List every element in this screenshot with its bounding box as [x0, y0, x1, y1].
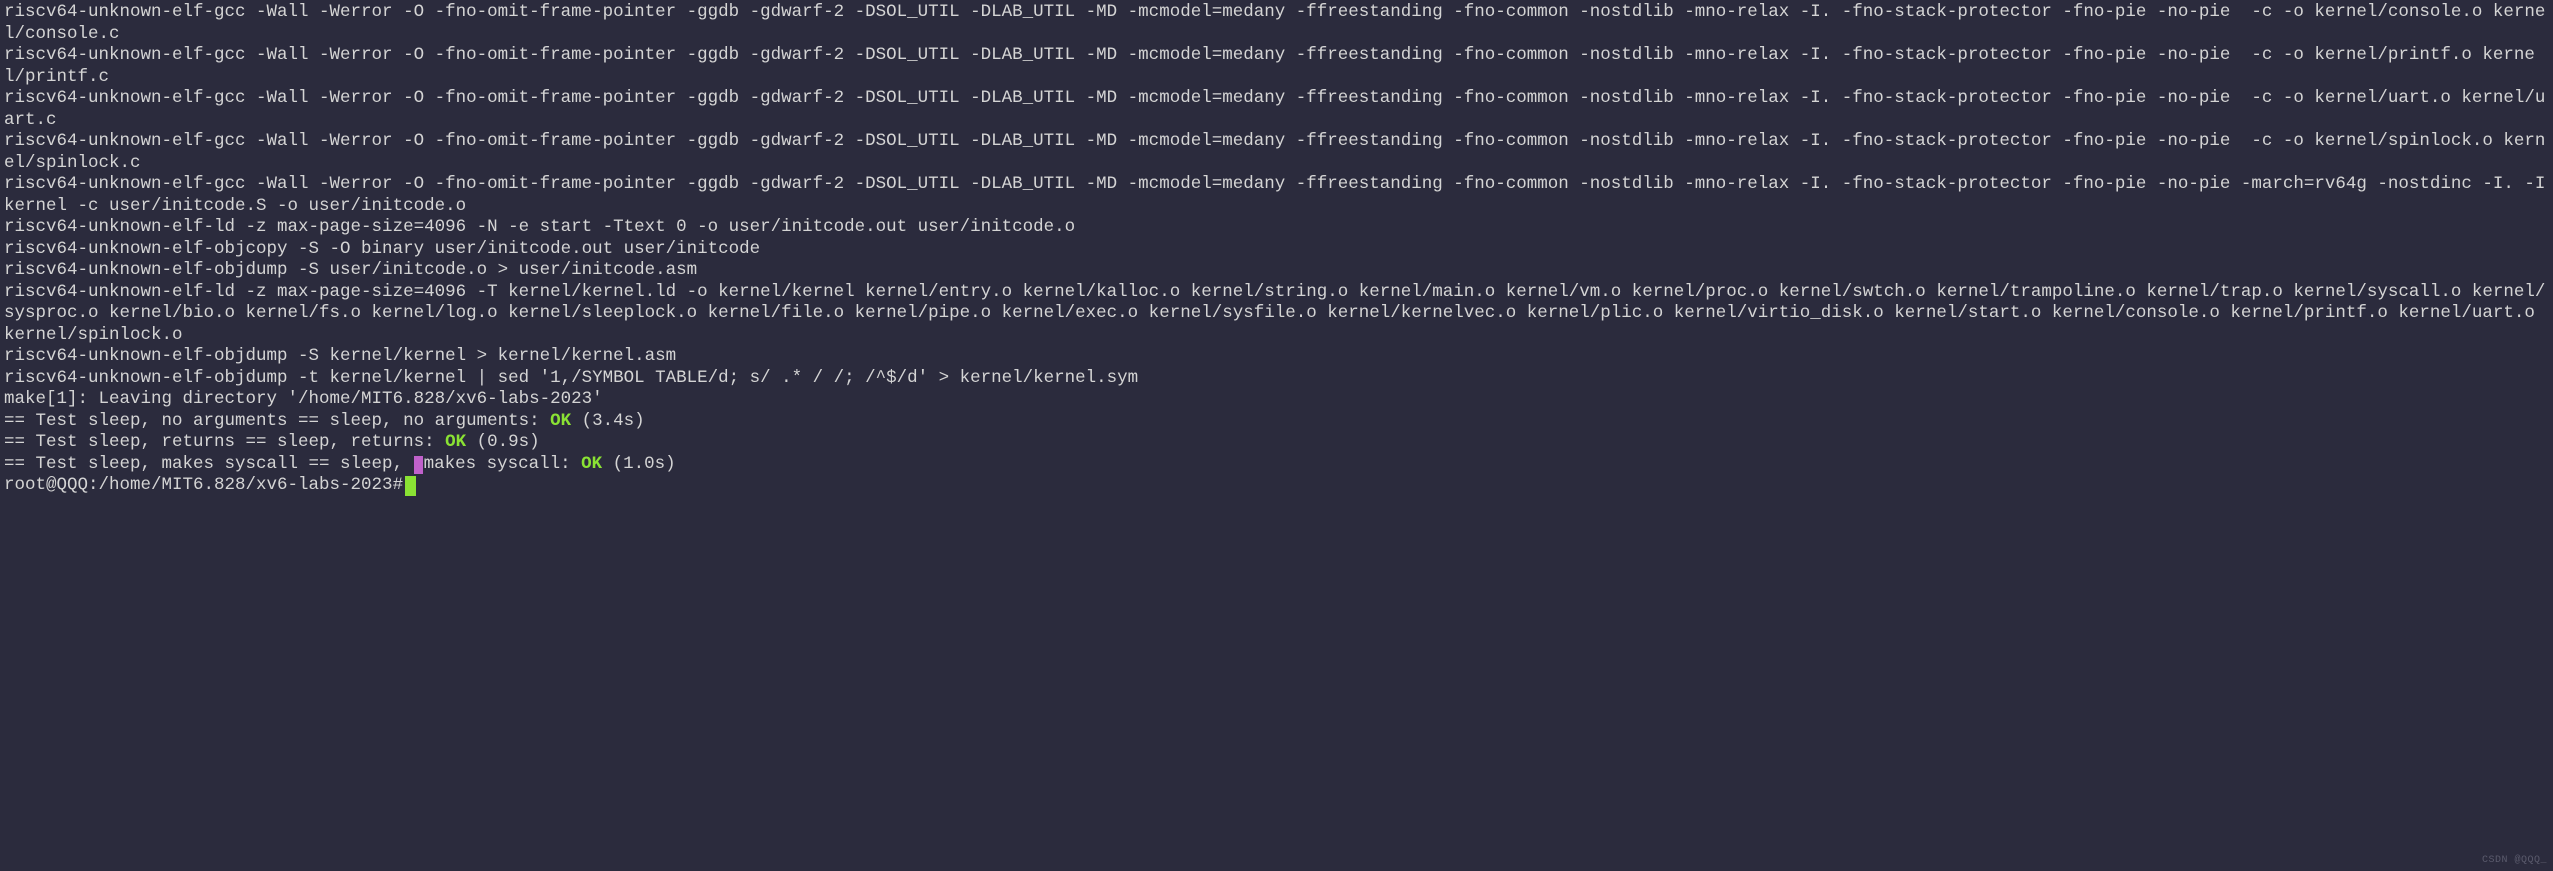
test-prefix: == Test sleep, no arguments == sleep, no…	[4, 411, 550, 431]
test-prefix: == Test sleep, returns == sleep, returns…	[4, 432, 445, 452]
cursor-icon	[405, 476, 416, 496]
compile-output-printf: riscv64-unknown-elf-gcc -Wall -Werror -O…	[4, 45, 2549, 88]
compile-output-uart: riscv64-unknown-elf-gcc -Wall -Werror -O…	[4, 88, 2549, 131]
objdump-output-sym: riscv64-unknown-elf-objdump -t kernel/ke…	[4, 368, 2549, 390]
test-mid: makes syscall:	[424, 454, 582, 474]
objdump-output-kernel: riscv64-unknown-elf-objdump -S kernel/ke…	[4, 346, 2549, 368]
test-ok-status: OK	[581, 454, 602, 474]
test-result-1: == Test sleep, no arguments == sleep, no…	[4, 411, 2549, 433]
test-ok-status: OK	[445, 432, 466, 452]
test-result-3: == Test sleep, makes syscall == sleep, m…	[4, 454, 2549, 476]
test-ok-status: OK	[550, 411, 571, 431]
ld-output-initcode: riscv64-unknown-elf-ld -z max-page-size=…	[4, 217, 2549, 239]
shell-prompt: root@QQQ:/home/MIT6.828/xv6-labs-2023#	[4, 475, 403, 497]
terminal-output[interactable]: riscv64-unknown-elf-gcc -Wall -Werror -O…	[4, 2, 2549, 497]
test-time: (0.9s)	[466, 432, 540, 452]
make-leaving-output: make[1]: Leaving directory '/home/MIT6.8…	[4, 389, 2549, 411]
compile-output-console: riscv64-unknown-elf-gcc -Wall -Werror -O…	[4, 2, 2549, 45]
test-result-2: == Test sleep, returns == sleep, returns…	[4, 432, 2549, 454]
watermark-text: CSDN @QQQ_	[2482, 855, 2547, 867]
shell-prompt-line[interactable]: root@QQQ:/home/MIT6.828/xv6-labs-2023#	[4, 475, 2549, 497]
objcopy-output-initcode: riscv64-unknown-elf-objcopy -S -O binary…	[4, 239, 2549, 261]
test-prefix: == Test sleep, makes syscall == sleep,	[4, 454, 414, 474]
test-time: (3.4s)	[571, 411, 645, 431]
secondary-cursor-icon	[414, 456, 423, 474]
test-time: (1.0s)	[602, 454, 676, 474]
objdump-output-initcode: riscv64-unknown-elf-objdump -S user/init…	[4, 260, 2549, 282]
compile-output-spinlock: riscv64-unknown-elf-gcc -Wall -Werror -O…	[4, 131, 2549, 174]
ld-output-kernel: riscv64-unknown-elf-ld -z max-page-size=…	[4, 282, 2549, 347]
compile-output-initcode: riscv64-unknown-elf-gcc -Wall -Werror -O…	[4, 174, 2549, 217]
